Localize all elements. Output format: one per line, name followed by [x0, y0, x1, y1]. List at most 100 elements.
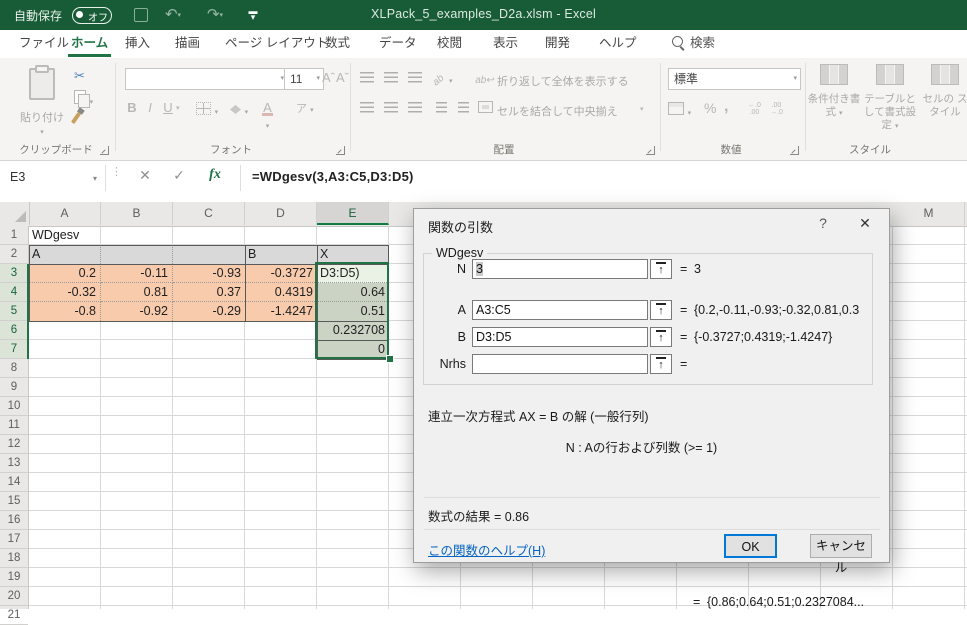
number-dialog-launcher[interactable] — [790, 146, 799, 155]
row-header-5[interactable]: 5 — [0, 302, 28, 321]
tab-draw[interactable]: 描画 — [162, 30, 213, 57]
row-header-16[interactable]: 16 — [0, 511, 28, 530]
cell-A4[interactable]: -0.32 — [29, 283, 101, 302]
function-help-link[interactable]: この関数のヘルプ(H) — [428, 540, 545, 559]
column-header-M[interactable]: M — [893, 202, 965, 225]
select-all-corner[interactable] — [0, 202, 30, 225]
conditional-formatting-button[interactable]: 条件付き書式 ▾ — [806, 64, 862, 120]
cell-C5[interactable]: -0.29 — [173, 302, 245, 321]
cell-D4[interactable]: 0.4319 — [245, 283, 317, 302]
underline-button[interactable]: U — [161, 100, 175, 115]
argument-input-A[interactable]: A3:C5 — [472, 300, 648, 320]
formula-bar-drag-handle[interactable]: ⋮ — [111, 169, 122, 175]
grow-font-button[interactable]: Aˆ — [322, 70, 335, 85]
row-header-7[interactable]: 7 — [0, 340, 28, 359]
row-header-4[interactable]: 4 — [0, 283, 28, 302]
align-center-button[interactable] — [380, 96, 402, 116]
cell-B5[interactable]: -0.92 — [101, 302, 173, 321]
row-header-3[interactable]: 3 — [0, 264, 28, 283]
align-right-button[interactable] — [404, 96, 426, 116]
merge-center-button[interactable]: セルを結合して中央揃え — [497, 103, 618, 119]
dialog-help-button[interactable]: ? — [812, 215, 834, 231]
ok-button[interactable]: OK — [724, 534, 777, 558]
cell-C4[interactable]: 0.37 — [173, 283, 245, 302]
accounting-format-button[interactable]: ▾ — [668, 102, 691, 118]
column-header-A[interactable]: A — [29, 202, 101, 225]
cell-C2[interactable] — [173, 245, 245, 264]
paste-button[interactable]: 貼り付け▾ — [14, 66, 70, 144]
row-header-11[interactable]: 11 — [0, 416, 28, 435]
column-header-E[interactable]: E — [317, 202, 389, 225]
cell-D5[interactable]: -1.4247 — [245, 302, 317, 321]
orientation-button[interactable]: ab ▾ — [432, 66, 454, 86]
fill-color-button[interactable]: ▾ — [230, 102, 248, 117]
tab-developer[interactable]: 開発 — [532, 30, 583, 57]
alignment-dialog-launcher[interactable] — [646, 146, 655, 155]
cancel-button[interactable]: キャンセル — [810, 534, 872, 558]
row-header-13[interactable]: 13 — [0, 454, 28, 473]
tab-formulas[interactable]: 数式 — [312, 30, 363, 57]
cell-A5[interactable]: -0.8 — [29, 302, 101, 321]
cut-button[interactable]: ✂ — [74, 68, 104, 90]
cell-A1[interactable]: WDgesv — [29, 226, 101, 245]
column-header-D[interactable]: D — [245, 202, 317, 225]
fill-handle[interactable] — [386, 355, 394, 363]
increase-indent-button[interactable] — [452, 96, 474, 116]
percent-style-button[interactable]: % — [704, 100, 716, 116]
cell-A2[interactable]: A — [29, 245, 101, 264]
clipboard-dialog-launcher[interactable] — [100, 146, 109, 155]
tab-data[interactable]: データ — [366, 30, 430, 57]
row-header-2[interactable]: 2 — [0, 245, 28, 264]
decrease-indent-button[interactable] — [430, 96, 452, 116]
search-box[interactable]: 検索 — [672, 30, 715, 57]
cell-D3[interactable]: -0.3727 — [245, 264, 317, 283]
bold-button[interactable]: B — [125, 100, 139, 115]
font-name-combo[interactable]: ▾ — [125, 68, 288, 90]
cell-C3[interactable]: -0.93 — [173, 264, 245, 283]
decrease-decimal-button[interactable]: .00→.0 — [770, 102, 783, 116]
row-header-18[interactable]: 18 — [0, 549, 28, 568]
tab-insert[interactable]: 挿入 — [112, 30, 163, 57]
tab-help[interactable]: ヘルプ — [586, 30, 650, 57]
row-header-10[interactable]: 10 — [0, 397, 28, 416]
collapse-dialog-button-A[interactable]: ↑ — [650, 300, 672, 320]
row-header-8[interactable]: 8 — [0, 359, 28, 378]
shrink-font-button[interactable]: Aˇ — [336, 70, 349, 85]
cell-styles-button[interactable]: セルの スタイル — [920, 64, 967, 119]
format-as-table-button[interactable]: テーブルとして書式設定 ▾ — [862, 64, 918, 133]
furigana-button[interactable]: ア ▾ — [296, 100, 314, 116]
align-top-button[interactable] — [356, 66, 378, 86]
wrap-text-button[interactable]: 折り返して全体を表示する — [497, 73, 629, 89]
cell-D2[interactable]: B — [245, 245, 317, 264]
tab-view[interactable]: 表示 — [480, 30, 531, 57]
merge-dropdown[interactable]: ▾ — [640, 105, 644, 113]
collapse-dialog-button-N[interactable]: ↑ — [650, 259, 672, 279]
align-left-button[interactable] — [356, 96, 378, 116]
collapse-dialog-button-B[interactable]: ↑ — [650, 327, 672, 347]
argument-input-B[interactable]: D3:D5 — [472, 327, 648, 347]
row-header-9[interactable]: 9 — [0, 378, 28, 397]
row-header-17[interactable]: 17 — [0, 530, 28, 549]
collapse-dialog-button-Nrhs[interactable]: ↑ — [650, 354, 672, 374]
row-header-14[interactable]: 14 — [0, 473, 28, 492]
argument-input-Nrhs[interactable] — [472, 354, 648, 374]
borders-button[interactable]: ▾ — [196, 102, 218, 117]
row-header-20[interactable]: 20 — [0, 587, 28, 606]
tab-review[interactable]: 校閲 — [424, 30, 475, 57]
row-header-19[interactable]: 19 — [0, 568, 28, 587]
row-header-6[interactable]: 6 — [0, 321, 28, 340]
align-bottom-button[interactable] — [404, 66, 426, 86]
font-dialog-launcher[interactable] — [336, 146, 345, 155]
insert-function-button[interactable]: fx — [202, 167, 228, 183]
font-color-button[interactable]: A ▾ — [262, 100, 273, 131]
cell-B3[interactable]: -0.11 — [101, 264, 173, 283]
underline-dropdown[interactable]: ▾ — [176, 104, 180, 112]
number-format-combo[interactable]: 標準▾ — [668, 68, 801, 90]
italic-button[interactable]: I — [145, 100, 155, 115]
row-header-15[interactable]: 15 — [0, 492, 28, 511]
format-painter-button[interactable] — [74, 112, 104, 134]
comma-style-button[interactable]: , — [724, 98, 728, 116]
dialog-close-button[interactable]: ✕ — [852, 215, 878, 232]
row-header-12[interactable]: 12 — [0, 435, 28, 454]
cell-B4[interactable]: 0.81 — [101, 283, 173, 302]
